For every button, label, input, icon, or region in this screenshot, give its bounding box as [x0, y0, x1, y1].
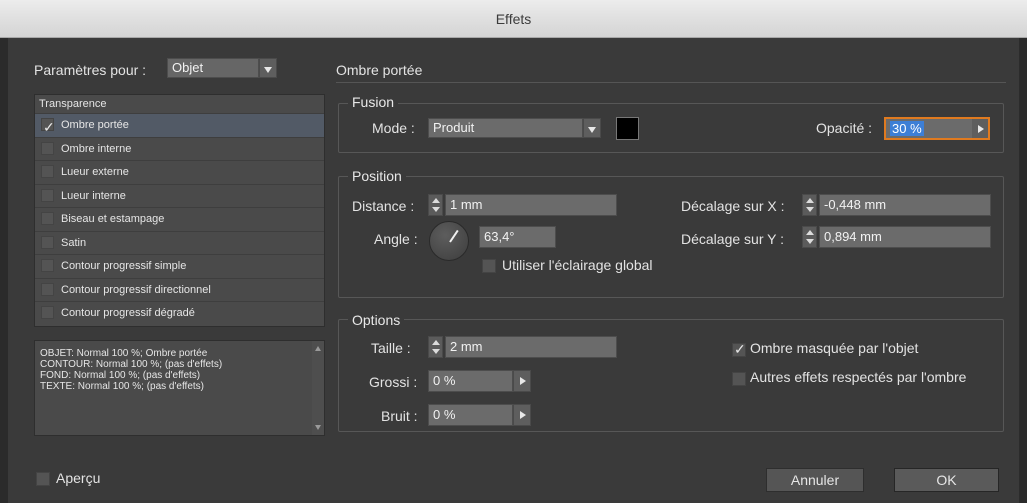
offset-x-field[interactable]: -0,448 mm — [819, 194, 991, 216]
noise-label: Bruit : — [381, 408, 418, 424]
opacity-arrow-button[interactable] — [972, 117, 990, 140]
list-item-contour-degrade[interactable]: Contour progressif dégradé — [35, 301, 324, 325]
list-item-label: Satin — [61, 236, 87, 249]
panel-divider — [336, 82, 1006, 83]
window-title-bar: Effets — [0, 0, 1027, 38]
list-item-contour-directionnel[interactable]: Contour progressif directionnel — [35, 277, 324, 302]
honor-effects-label: Autres effets respectés par l'ombre — [750, 369, 967, 385]
opacity-value: 30 % — [890, 121, 924, 136]
scroll-down-icon[interactable] — [315, 425, 321, 430]
distance-field[interactable]: 1 mm — [445, 194, 617, 216]
list-item-ombre-portee[interactable]: Ombre portée — [35, 113, 324, 139]
params-dropdown-button[interactable] — [259, 58, 277, 78]
panel-title: Ombre portée — [336, 62, 423, 78]
effects-list: Transparence Ombre portée Ombre interne … — [34, 94, 325, 327]
spread-arrow-button[interactable] — [513, 370, 531, 392]
summary-line: FOND: Normal 100 %; (pas d'effets) — [40, 370, 201, 381]
list-item-label: Contour progressif directionnel — [61, 283, 211, 296]
checkbox-satin[interactable] — [41, 235, 54, 249]
spread-field[interactable]: 0 % — [428, 370, 513, 392]
offset-x-label: Décalage sur X : — [681, 198, 785, 214]
scroll-up-icon[interactable] — [315, 346, 321, 351]
size-field[interactable]: 2 mm — [445, 336, 617, 358]
angle-label: Angle : — [374, 231, 418, 247]
summary-line: CONTOUR: Normal 100 %; (pas d'effets) — [40, 359, 223, 370]
angle-dial-needle — [449, 229, 459, 243]
effects-summary: OBJET: Normal 100 %; Ombre portée CONTOU… — [34, 340, 325, 436]
window-title: Effets — [495, 11, 532, 27]
mode-select[interactable]: Produit — [428, 118, 583, 138]
list-item-label: Biseau et estampage — [61, 213, 165, 225]
angle-field[interactable]: 63,4° — [479, 226, 556, 248]
distance-stepper[interactable] — [428, 194, 443, 216]
list-item-label: Contour progressif simple — [61, 260, 187, 272]
shadow-color-swatch[interactable] — [616, 117, 639, 140]
preview-checkbox[interactable] — [36, 472, 50, 486]
params-select[interactable]: Objet — [167, 58, 259, 78]
noise-arrow-button[interactable] — [513, 404, 531, 426]
checkbox-contour-simple[interactable] — [41, 259, 54, 272]
noise-field[interactable]: 0 % — [428, 404, 513, 426]
angle-dial-icon[interactable] — [429, 221, 469, 261]
checkbox-ombre-portee[interactable] — [41, 116, 55, 139]
cancel-button[interactable]: Annuler — [766, 468, 864, 492]
summary-line: TEXTE: Normal 100 %; (pas d'effets) — [40, 381, 205, 392]
checkbox-ombre-interne[interactable] — [41, 141, 54, 155]
offset-y-field[interactable]: 0,894 mm — [819, 226, 991, 248]
summary-scrollbar[interactable] — [312, 341, 324, 435]
offset-x-stepper[interactable] — [802, 194, 817, 216]
mode-label: Mode : — [372, 120, 415, 136]
list-item-label: Ombre interne — [61, 142, 132, 155]
effects-list-header: Transparence — [39, 98, 107, 110]
list-item-biseau[interactable]: Biseau et estampage — [35, 207, 324, 231]
size-stepper[interactable] — [428, 336, 443, 358]
offset-y-label: Décalage sur Y : — [681, 231, 784, 247]
opacity-field[interactable]: 30 % — [884, 117, 974, 140]
checkbox-lueur-interne[interactable] — [41, 188, 54, 202]
global-light-label: Utiliser l'éclairage global — [502, 257, 653, 273]
offset-y-stepper[interactable] — [802, 226, 817, 248]
params-label: Paramètres pour : — [34, 62, 147, 78]
effects-dialog: Paramètres pour : Objet Transparence Omb… — [8, 38, 1019, 503]
list-item-ombre-interne[interactable]: Ombre interne — [35, 136, 324, 161]
fusion-title: Fusion — [348, 94, 399, 110]
options-title: Options — [348, 312, 405, 328]
ok-button[interactable]: OK — [894, 468, 999, 492]
list-item-contour-simple[interactable]: Contour progressif simple — [35, 254, 324, 278]
checkbox-lueur-externe[interactable] — [41, 165, 54, 178]
spread-label: Grossi : — [369, 374, 418, 390]
global-light-checkbox[interactable] — [482, 259, 496, 273]
distance-label: Distance : — [352, 198, 415, 214]
size-label: Taille : — [371, 340, 411, 356]
mode-dropdown-button[interactable] — [583, 118, 601, 138]
list-item-lueur-interne[interactable]: Lueur interne — [35, 183, 324, 208]
list-item-label: Lueur interne — [61, 189, 126, 202]
knockout-checkbox[interactable] — [732, 341, 746, 358]
opacity-label: Opacité : — [816, 120, 873, 136]
checkbox-biseau[interactable] — [41, 212, 54, 225]
preview-label: Aperçu — [56, 470, 101, 486]
position-title: Position — [348, 168, 406, 184]
honor-effects-checkbox[interactable] — [732, 372, 746, 386]
list-item-label: Ombre portée — [61, 119, 129, 131]
list-item-label: Contour progressif dégradé — [61, 307, 195, 319]
list-item-lueur-externe[interactable]: Lueur externe — [35, 160, 324, 184]
checkbox-contour-directionnel[interactable] — [41, 282, 54, 296]
list-item-satin[interactable]: Satin — [35, 230, 324, 255]
list-item-label: Lueur externe — [61, 166, 129, 178]
checkbox-contour-degrade[interactable] — [41, 306, 54, 319]
summary-line: OBJET: Normal 100 %; Ombre portée — [40, 348, 208, 359]
knockout-label: Ombre masquée par l'objet — [750, 340, 919, 356]
